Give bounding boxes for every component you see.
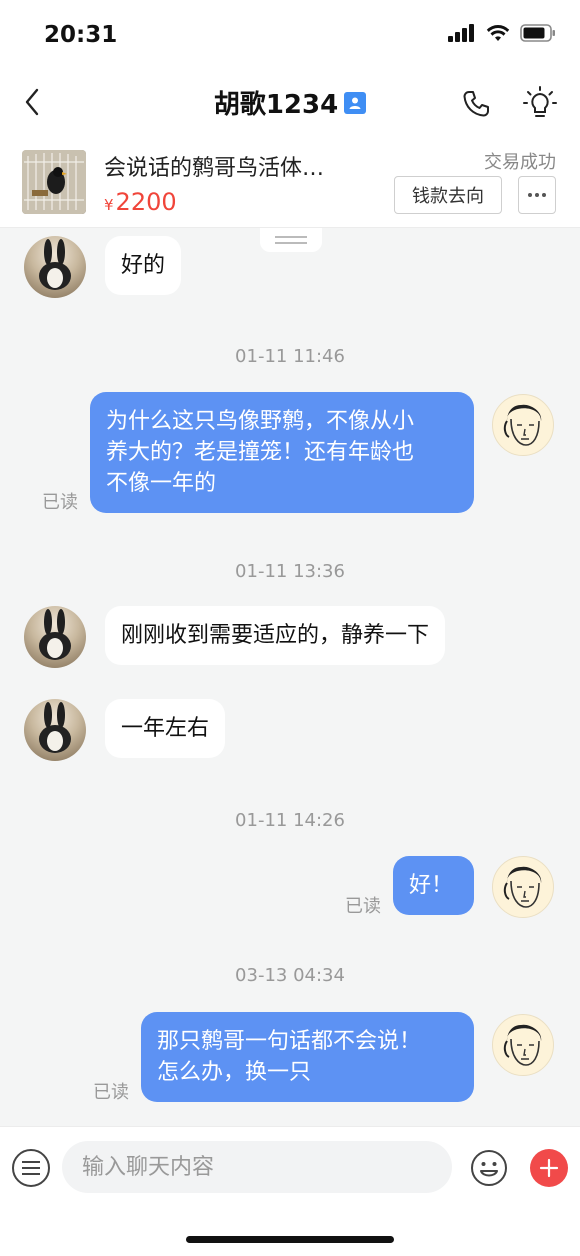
- call-button[interactable]: [456, 84, 496, 124]
- message-timestamp: 03-13 04:34: [235, 965, 345, 986]
- read-receipt: 已读: [42, 492, 78, 513]
- message-timestamp: 01-11 11:46: [235, 346, 345, 367]
- bird-cage-image: [22, 150, 86, 214]
- status-bar: 20:31: [0, 0, 580, 72]
- menu-button[interactable]: [12, 1149, 50, 1187]
- add-attachment-button[interactable]: [530, 1149, 568, 1187]
- lightbulb-icon: [523, 86, 557, 117]
- product-title: 会说话的鹩哥鸟活体…: [104, 156, 325, 181]
- signal-icon: [448, 24, 474, 42]
- wifi-icon: [486, 25, 510, 41]
- message-bubble-outgoing[interactable]: 好！: [393, 856, 474, 915]
- seller-avatar[interactable]: [24, 236, 86, 298]
- verified-user-icon: [344, 91, 367, 114]
- nav-title: 胡歌1234: [213, 90, 339, 120]
- chat-input[interactable]: [62, 1141, 452, 1193]
- pull-down-handle[interactable]: [260, 228, 322, 252]
- message-bubble-incoming[interactable]: 刚刚收到需要适应的，静养一下: [105, 606, 446, 665]
- my-avatar[interactable]: [492, 394, 554, 456]
- sketch-face-avatar-image: [503, 1024, 542, 1066]
- back-button[interactable]: [14, 84, 50, 120]
- nav-bar: 胡歌1234: [0, 72, 580, 134]
- smiley-icon: [471, 1150, 507, 1186]
- price-currency: ¥: [104, 196, 114, 214]
- read-receipt: 已读: [345, 896, 381, 917]
- sketch-face-avatar-image: [503, 404, 542, 446]
- read-receipt: 已读: [93, 1082, 129, 1103]
- price-value: 2200: [115, 188, 177, 216]
- seller-avatar[interactable]: [24, 699, 86, 761]
- message-bubble-incoming[interactable]: 一年左右: [105, 699, 226, 758]
- message-timestamp: 01-11 13:36: [235, 561, 345, 582]
- product-price: ¥2200: [104, 188, 177, 216]
- message-bubble-outgoing[interactable]: 那只鹩哥一句话都不会说！ 怎么办，换一只: [141, 1012, 474, 1102]
- tips-button[interactable]: [518, 82, 562, 126]
- trade-status-label: 交易成功: [484, 152, 556, 173]
- menu-lines-icon: [22, 1161, 40, 1163]
- rabbit-avatar-image: [39, 702, 71, 753]
- seller-avatar[interactable]: [24, 606, 86, 668]
- emoji-button[interactable]: [470, 1149, 508, 1187]
- money-destination-button[interactable]: 钱款去向: [394, 176, 502, 214]
- my-avatar[interactable]: [492, 1014, 554, 1076]
- message-bubble-outgoing[interactable]: 为什么这只鸟像野鹩，不像从小 养大的？老是撞笼！还有年龄也 不像一年的: [90, 392, 474, 513]
- more-dots-icon: [528, 193, 532, 197]
- more-button[interactable]: [518, 176, 556, 214]
- chevron-left-icon: [25, 88, 39, 116]
- rabbit-avatar-image: [39, 239, 71, 290]
- home-indicator[interactable]: [186, 1236, 394, 1243]
- battery-icon: [520, 24, 555, 42]
- sketch-face-avatar-image: [503, 866, 542, 908]
- product-card[interactable]: 会说话的鹩哥鸟活体… ¥2200 交易成功 钱款去向: [0, 134, 580, 228]
- my-avatar[interactable]: [492, 856, 554, 918]
- product-thumbnail[interactable]: [22, 150, 86, 214]
- phone-icon: [463, 91, 489, 117]
- message-bubble-incoming[interactable]: 好的: [105, 236, 182, 295]
- status-icons: [448, 24, 556, 42]
- plus-icon: [539, 1158, 559, 1178]
- message-timestamp: 01-11 14:26: [235, 810, 345, 831]
- rabbit-avatar-image: [39, 609, 71, 660]
- status-time: 20:31: [44, 22, 118, 48]
